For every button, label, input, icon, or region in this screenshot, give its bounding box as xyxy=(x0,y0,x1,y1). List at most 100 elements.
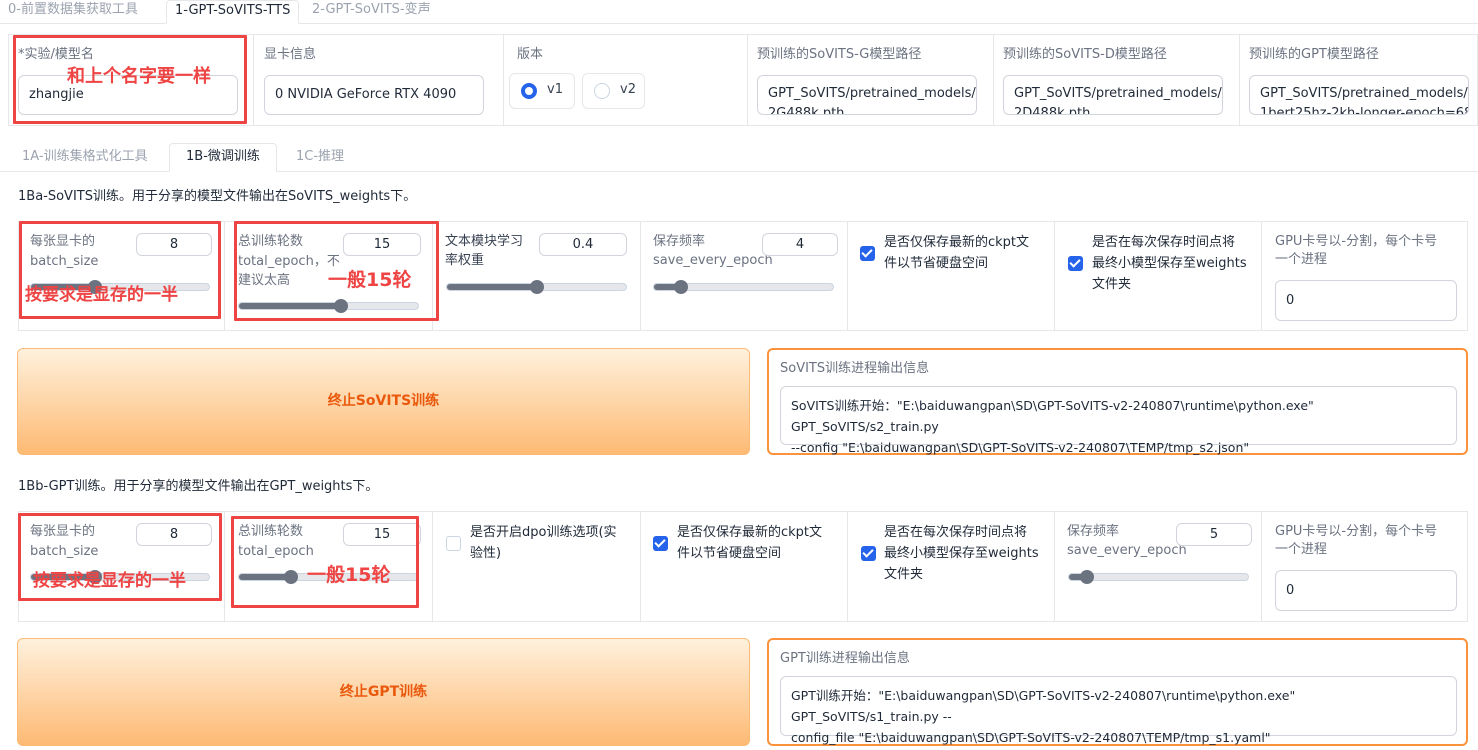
annotation-gpt-batch-note: 按要求是显存的一半 xyxy=(33,571,186,591)
gpt-latest-ckpt-cell: 是否仅保存最新的ckpt文 件以节省硬盘空间 xyxy=(641,512,848,621)
version-option-v1[interactable]: v1 xyxy=(509,73,575,109)
sovits-save-weights-checkbox[interactable] xyxy=(1068,256,1083,271)
gpt-output-line1: GPT训练开始："E:\baiduwangpan\SD\GPT-SoVITS-v… xyxy=(791,688,1296,724)
sovits-section-title: 1Ba-SoVITS训练。用于分享的模型文件输出在SoVITS_weights下… xyxy=(18,189,417,204)
gpt-model-label: 预训练的GPT模型路径 xyxy=(1249,47,1379,62)
sovits-gpu-ids-input[interactable]: 0 xyxy=(1275,280,1457,321)
tab-finetune-training[interactable]: 1B-微调训练 xyxy=(169,143,277,172)
gpt-save-weights-line1: 是否在每次保存时间点将 xyxy=(884,525,1028,540)
sovits-text-lr-input[interactable]: 0.4 xyxy=(539,233,627,256)
gpt-latest-ckpt-line2: 件以节省硬盘空间 xyxy=(677,546,782,561)
gpt-save-weights-cell: 是否在每次保存时间点将 最终小模型保存至weights 文件夹 xyxy=(848,512,1055,621)
stop-gpt-training-button[interactable]: 终止GPT训练 xyxy=(17,638,750,746)
gpt-dpo-line2: 验性) xyxy=(470,546,502,561)
gpt-model-path-input[interactable]: GPT_SoVITS/pretrained_models/s 1bert25hz… xyxy=(1249,75,1469,115)
annotation-gpt-epoch-note: 一般15轮 xyxy=(307,564,391,586)
gpt-output-line2: config_file "E:\baiduwangpan\SD\GPT-SoVI… xyxy=(791,730,1271,745)
top-tab-bar: 0-前置数据集获取工具 1-GPT-SoVITS-TTS 2-GPT-SoVIT… xyxy=(0,0,1478,24)
gpt-dpo-checkbox[interactable] xyxy=(446,536,461,551)
gpt-output-label: GPT训练进程输出信息 xyxy=(780,651,910,666)
sovits-output-box: SoVITS训练进程输出信息 SoVITS训练开始："E:\baiduwangp… xyxy=(767,348,1468,455)
gpt-save-weights-line3: 文件夹 xyxy=(884,567,924,582)
sovits-gpu-ids-label2: 一个进程 xyxy=(1275,252,1328,267)
gpt-save-freq-slider[interactable] xyxy=(1068,570,1249,584)
annotation-model-name-note: 和上个名字要一样 xyxy=(67,66,211,87)
tab-inference[interactable]: 1C-推理 xyxy=(288,146,352,172)
sovits-g-path-line1: GPT_SoVITS/pretrained_models/s xyxy=(768,86,977,101)
sovits-g-path-line2: 2G488k.pth xyxy=(768,106,845,115)
gpt-save-weights-label: 是否在每次保存时间点将 最终小模型保存至weights 文件夹 xyxy=(884,522,1039,585)
gpt-latest-ckpt-label: 是否仅保存最新的ckpt文 件以节省硬盘空间 xyxy=(677,522,822,564)
gpt-save-weights-checkbox[interactable] xyxy=(861,546,876,561)
sovits-latest-ckpt-label: 是否仅保存最新的ckpt文 件以节省硬盘空间 xyxy=(884,232,1029,274)
sovits-latest-ckpt-line2: 件以节省硬盘空间 xyxy=(884,256,989,271)
version-label: 版本 xyxy=(517,47,544,62)
gpt-save-freq-label2: save_every_epoch xyxy=(1067,543,1187,558)
sovits-g-path-input[interactable]: GPT_SoVITS/pretrained_models/s 2G488k.pt… xyxy=(757,75,977,115)
gpt-gpu-ids-label2: 一个进程 xyxy=(1275,542,1328,557)
gpt-model-path-line1: GPT_SoVITS/pretrained_models/s xyxy=(1260,86,1469,101)
sovits-gpu-ids-label1: GPU卡号以-分割，每个卡号 xyxy=(1275,234,1438,249)
gpt-save-freq-label1: 保存频率 xyxy=(1067,524,1120,539)
sovits-save-freq-label1: 保存频率 xyxy=(653,234,706,249)
gpt-model-path-line2: 1bert25hz-2kh-longer-epoch=68e- xyxy=(1260,106,1469,115)
sovits-text-lr-label2: 率权重 xyxy=(445,253,485,268)
sovits-d-cell: 预训练的SoVITS-D模型路径 GPT_SoVITS/pretrained_m… xyxy=(994,35,1240,125)
slider-knob[interactable] xyxy=(529,280,544,294)
version-option-v2-label: v2 xyxy=(620,82,636,97)
sovits-d-path-line1: GPT_SoVITS/pretrained_models/s xyxy=(1014,86,1223,101)
sovits-save-weights-line3: 文件夹 xyxy=(1092,277,1132,292)
sovits-latest-ckpt-line1: 是否仅保存最新的ckpt文 xyxy=(884,235,1030,250)
version-option-v2[interactable]: v2 xyxy=(582,73,645,109)
tab-gpt-sovits-tts[interactable]: 1-GPT-SoVITS-TTS xyxy=(166,0,300,24)
gpt-model-cell: 预训练的GPT模型路径 GPT_SoVITS/pretrained_models… xyxy=(1240,35,1478,125)
sovits-text-lr-slider[interactable] xyxy=(446,280,627,294)
gpt-dpo-cell: 是否开启dpo训练选项(实 验性) xyxy=(433,512,641,621)
sovits-gpu-ids-cell: GPU卡号以-分割，每个卡号 一个进程 0 xyxy=(1262,222,1469,330)
sovits-save-freq-cell: 保存频率 save_every_epoch 4 xyxy=(641,222,848,330)
version-cell: 版本 v1 v2 xyxy=(504,35,748,125)
sovits-output-label: SoVITS训练进程输出信息 xyxy=(780,361,930,376)
gpt-gpu-ids-cell: GPU卡号以-分割，每个卡号 一个进程 0 xyxy=(1262,512,1469,621)
gpt-section-title: 1Bb-GPT训练。用于分享的模型文件输出在GPT_weights下。 xyxy=(18,479,379,494)
gpt-dpo-label: 是否开启dpo训练选项(实 验性) xyxy=(470,522,617,564)
annotation-sovits-batch-note: 按要求是显存的一半 xyxy=(25,285,178,305)
slider-knob[interactable] xyxy=(1079,570,1094,584)
sovits-save-freq-input[interactable]: 4 xyxy=(762,233,838,256)
sovits-latest-ckpt-cell: 是否仅保存最新的ckpt文 件以节省硬盘空间 xyxy=(848,222,1055,330)
gpu-info-field[interactable]: 0 NVIDIA GeForce RTX 4090 xyxy=(264,75,484,115)
gpu-info-label: 显卡信息 xyxy=(264,47,317,62)
gpt-save-weights-line2: 最终小模型保存至weights xyxy=(884,546,1039,561)
sovits-output-textarea[interactable]: SoVITS训练开始："E:\baiduwangpan\SD\GPT-SoVIT… xyxy=(780,386,1457,455)
slider-knob[interactable] xyxy=(673,280,688,294)
version-option-v1-label: v1 xyxy=(547,82,563,97)
gpt-latest-ckpt-line1: 是否仅保存最新的ckpt文 xyxy=(677,525,823,540)
annotation-sovits-epoch-note: 一般15轮 xyxy=(328,269,412,291)
sovits-g-label: 预训练的SoVITS-G模型路径 xyxy=(757,47,922,62)
gpt-output-textarea[interactable]: GPT训练开始："E:\baiduwangpan\SD\GPT-SoVITS-v… xyxy=(780,676,1457,745)
stop-sovits-training-button[interactable]: 终止SoVITS训练 xyxy=(17,348,750,455)
gpt-save-freq-input[interactable]: 5 xyxy=(1176,523,1252,546)
gpu-info-cell: 显卡信息 0 NVIDIA GeForce RTX 4090 xyxy=(254,35,504,125)
sovits-d-path-line2: 2D488k.pth xyxy=(1014,106,1091,115)
sovits-save-weights-line2: 最终小模型保存至weights xyxy=(1092,256,1247,271)
sovits-text-lr-cell: 文本模块学习 率权重 0.4 xyxy=(433,222,641,330)
radio-selected-icon xyxy=(521,83,537,99)
sovits-latest-ckpt-checkbox[interactable] xyxy=(860,246,875,261)
sovits-output-line1: SoVITS训练开始："E:\baiduwangpan\SD\GPT-SoVIT… xyxy=(791,398,1314,434)
tab-dataset-format[interactable]: 1A-训练集格式化工具 xyxy=(14,146,156,172)
gpt-output-box: GPT训练进程输出信息 GPT训练开始："E:\baiduwangpan\SD\… xyxy=(767,638,1468,746)
gpt-gpu-ids-input[interactable]: 0 xyxy=(1275,570,1457,611)
sovits-text-lr-label1: 文本模块学习 xyxy=(445,234,524,249)
gpt-save-freq-cell: 保存频率 save_every_epoch 5 xyxy=(1055,512,1262,621)
gpt-latest-ckpt-checkbox[interactable] xyxy=(653,536,668,551)
tab-gpt-sovits-voice-change[interactable]: 2-GPT-SoVITS-变声 xyxy=(304,0,439,24)
sovits-save-weights-cell: 是否在每次保存时间点将 最终小模型保存至weights 文件夹 xyxy=(1055,222,1262,330)
sovits-save-weights-label: 是否在每次保存时间点将 最终小模型保存至weights 文件夹 xyxy=(1092,232,1247,295)
tab-dataset-tools[interactable]: 0-前置数据集获取工具 xyxy=(0,0,146,24)
radio-unselected-icon xyxy=(594,83,610,99)
sovits-d-path-input[interactable]: GPT_SoVITS/pretrained_models/s 2D488k.pt… xyxy=(1003,75,1223,115)
sovits-d-label: 预训练的SoVITS-D模型路径 xyxy=(1003,47,1167,62)
sovits-save-freq-slider[interactable] xyxy=(653,280,834,294)
sovits-g-cell: 预训练的SoVITS-G模型路径 GPT_SoVITS/pretrained_m… xyxy=(748,35,994,125)
